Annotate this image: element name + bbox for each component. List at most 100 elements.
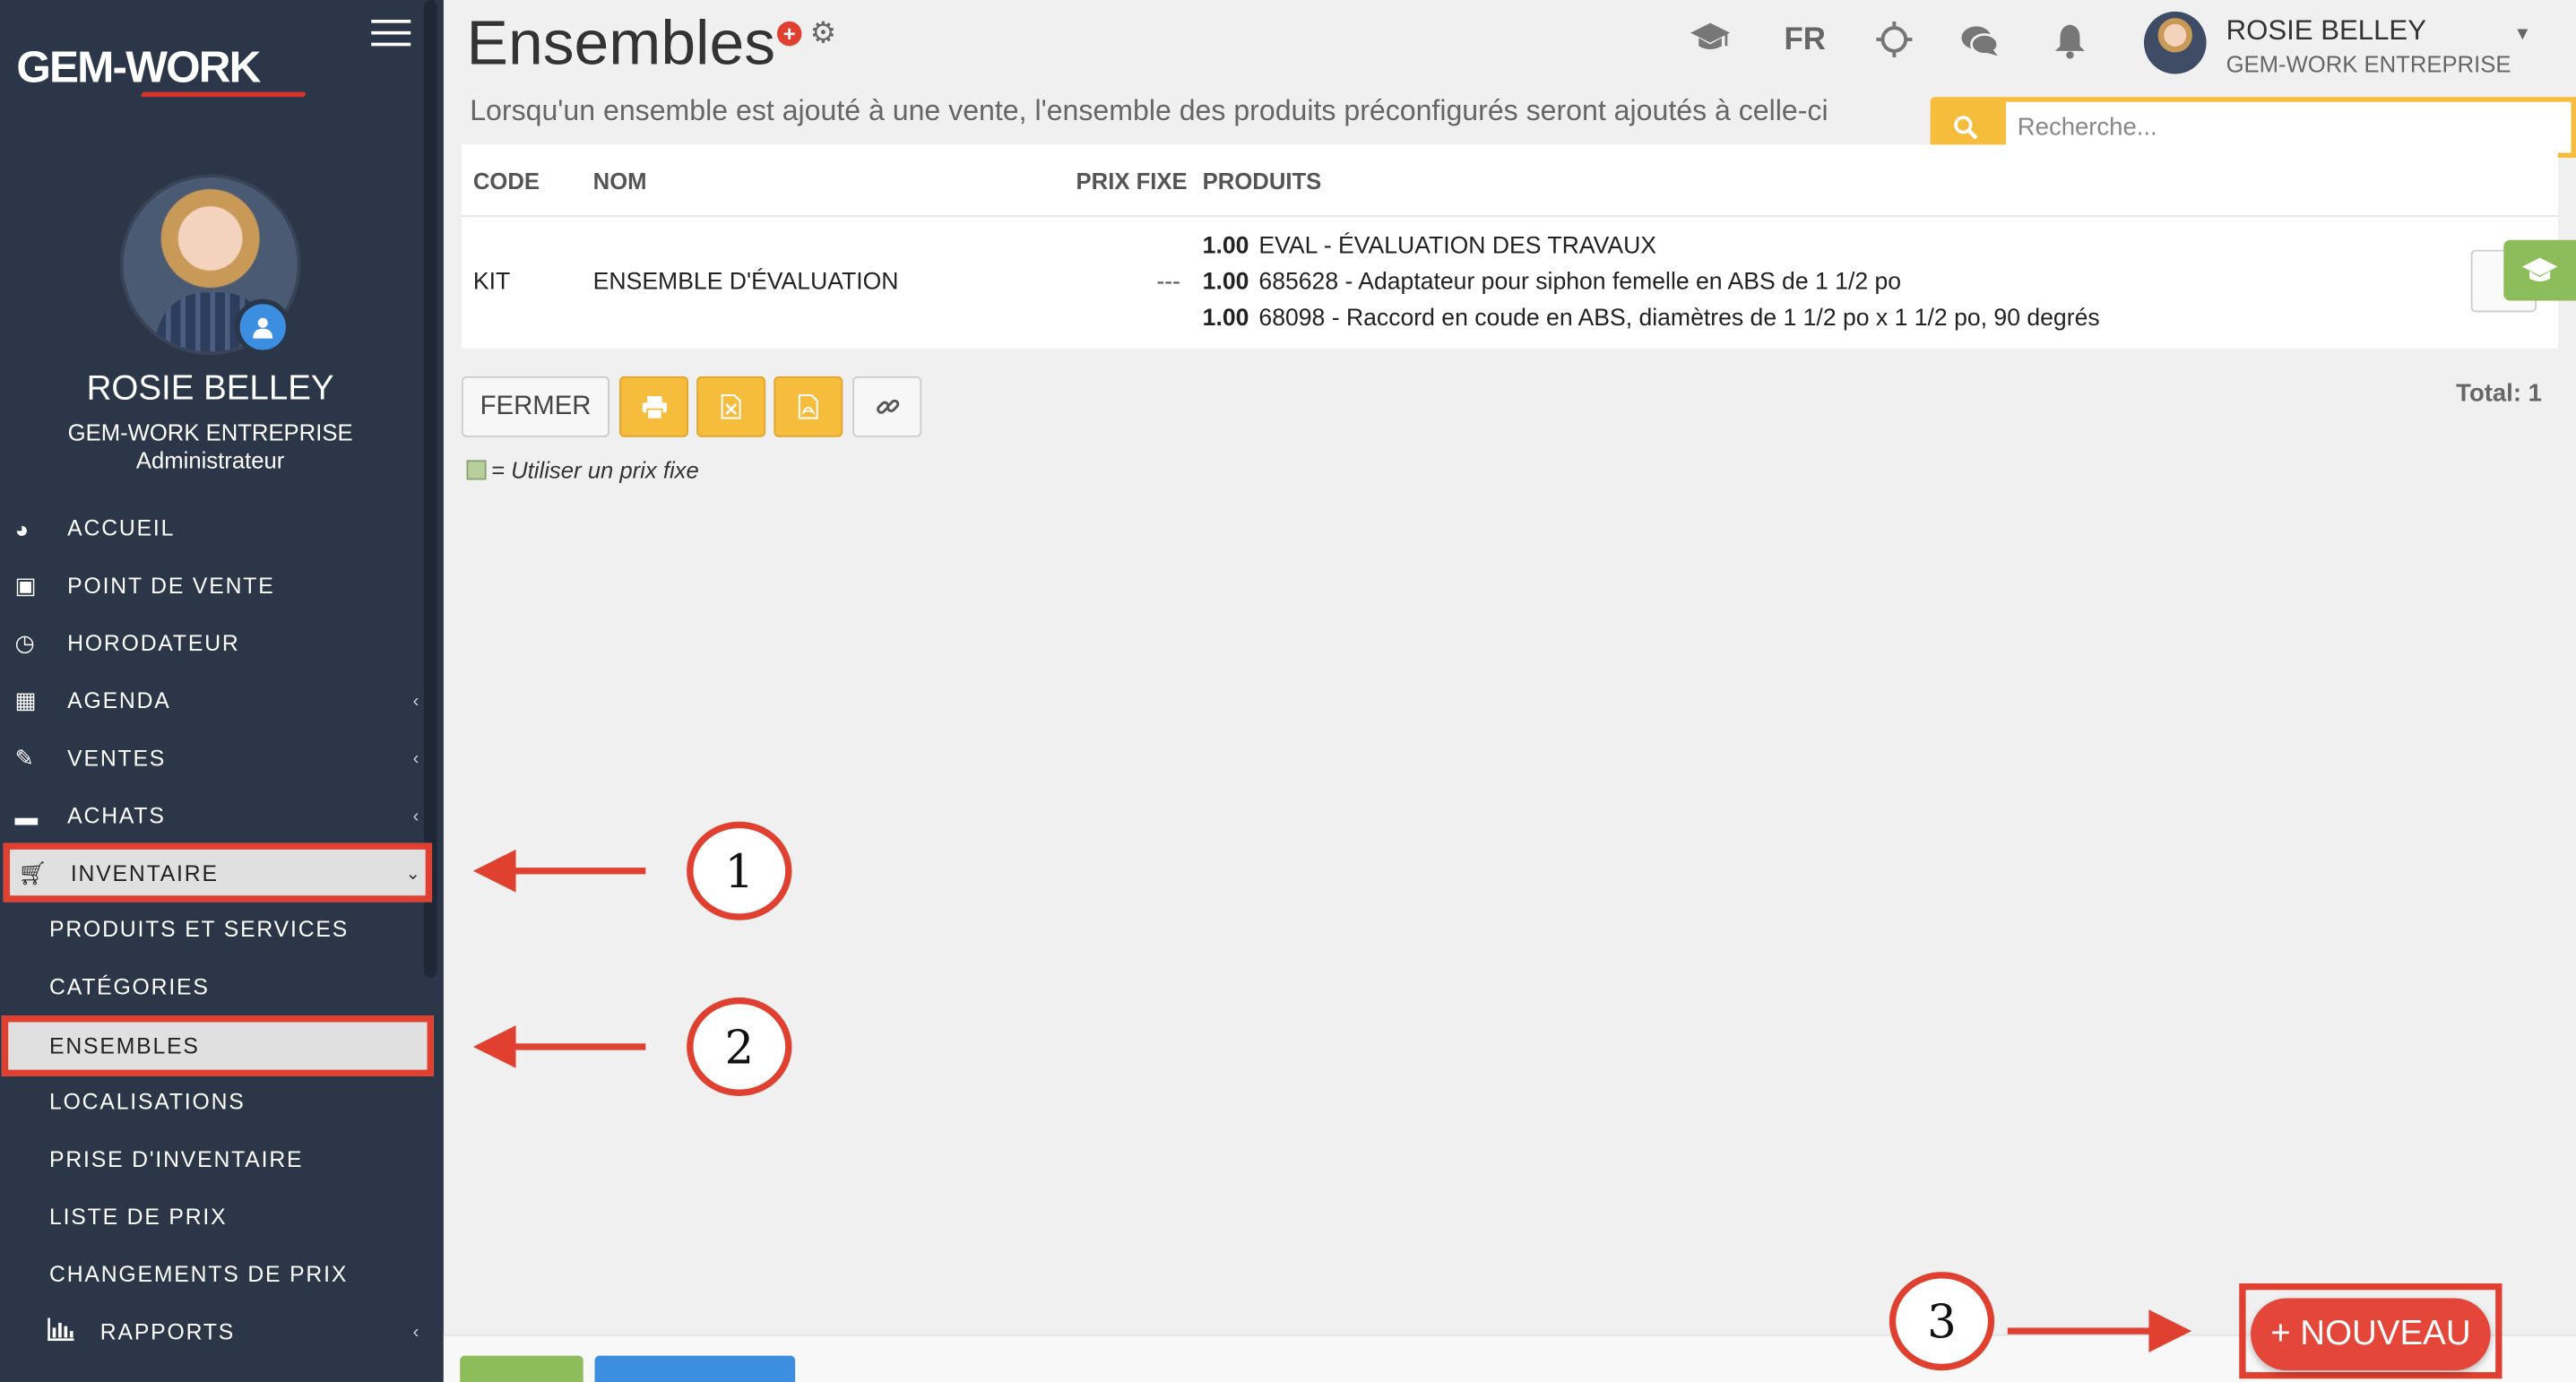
footer-green-button[interactable] bbox=[460, 1355, 583, 1382]
user-icon[interactable] bbox=[235, 298, 291, 356]
ensembles-table: CODE NOM PRIX FIXE PRODUITS KIT ENSEMBLE… bbox=[462, 144, 2558, 349]
row-fixed-price: --- bbox=[1156, 269, 1180, 297]
sidebar-item-produits-et-services[interactable]: PRODUITS ET SERVICES bbox=[0, 901, 430, 958]
edit-icon: ✎ bbox=[14, 744, 36, 771]
fixed-price-swatch bbox=[466, 460, 487, 480]
chevron-left-icon: ‹ bbox=[412, 1322, 421, 1343]
sidebar-item-liste-de-prix[interactable]: LISTE DE PRIX bbox=[0, 1188, 430, 1246]
sidebar-company: GEM-WORK ENTREPRISE bbox=[67, 419, 353, 445]
footer-blue-button[interactable] bbox=[594, 1355, 796, 1382]
sidebar-item-label: INVENTAIRE bbox=[70, 859, 219, 885]
cart-icon: 🛒︎ bbox=[18, 859, 49, 885]
column-header-produits[interactable]: PRODUITS bbox=[1203, 168, 1322, 194]
product-qty: 1.00 bbox=[1202, 269, 1249, 297]
sidebar-item-accueil[interactable]: ◕ ACCUEIL bbox=[0, 499, 430, 557]
sidebar-role: Administrateur bbox=[135, 446, 285, 474]
sidebar-item-label: AGENDA bbox=[67, 688, 171, 713]
product-line: 1.00 68098 - Raccord en coude en ABS, dia… bbox=[1203, 306, 2100, 332]
pdf-icon[interactable] bbox=[774, 376, 843, 437]
chevron-left-icon: ‹ bbox=[412, 748, 421, 769]
sidebar-user-name: ROSIE BELLEY bbox=[86, 369, 334, 408]
sidebar-item-label: PRODUITS ET SERVICES bbox=[48, 917, 350, 942]
sidebar-item-label: ENSEMBLES bbox=[48, 1033, 200, 1058]
language-selector[interactable]: FR bbox=[1785, 23, 1826, 59]
annotation-arrow-2 bbox=[472, 1025, 646, 1068]
page-title: Ensembles bbox=[466, 10, 776, 80]
menu-toggle-icon[interactable] bbox=[371, 20, 411, 49]
annotation-step-1: 1 bbox=[687, 821, 792, 920]
sidebar-item-label: ACHATS bbox=[67, 803, 166, 829]
add-icon[interactable]: + bbox=[776, 21, 802, 47]
gear-icon[interactable]: ⚙ bbox=[810, 16, 837, 51]
sidebar-item-prise-d-inventaire[interactable]: PRISE D'INVENTAIRE bbox=[0, 1130, 430, 1188]
lightbulb-icon[interactable] bbox=[1876, 21, 1913, 67]
sidebar-item-ensembles[interactable]: ENSEMBLES bbox=[1, 1015, 434, 1076]
sidebar-item-horodateur[interactable]: ◷ HORODATEUR bbox=[0, 615, 430, 672]
sidebar-item-agenda[interactable]: ▦ AGENDA ‹ bbox=[0, 672, 430, 730]
annotation-arrow-1 bbox=[472, 849, 646, 893]
bell-icon[interactable] bbox=[2053, 23, 2087, 69]
annotation-step-3: 3 bbox=[1889, 1272, 1995, 1371]
graduation-cap-icon[interactable] bbox=[1689, 22, 1732, 65]
sidebar-item-label: PRISE D'INVENTAIRE bbox=[48, 1146, 304, 1172]
product-qty: 1.00 bbox=[1202, 233, 1249, 260]
help-graduation-cap-icon[interactable] bbox=[2503, 239, 2576, 301]
product-desc: EVAL - ÉVALUATION DES TRAVAUX bbox=[1258, 233, 1656, 260]
chevron-left-icon: ‹ bbox=[412, 690, 421, 711]
row-name: ENSEMBLE D'ÉVALUATION bbox=[592, 269, 899, 297]
product-line: 1.00 EVAL - ÉVALUATION DES TRAVAUX bbox=[1203, 233, 1656, 259]
sidebar-item-label: RAPPORTS bbox=[99, 1319, 236, 1344]
column-header-nom[interactable]: NOM bbox=[593, 168, 647, 194]
cash-icon: ▣ bbox=[14, 572, 39, 599]
chevron-down-icon: ⌄ bbox=[405, 863, 423, 884]
column-header-prix-fixe[interactable]: PRIX FIXE bbox=[1076, 168, 1188, 194]
sidebar-item-point-de-vente[interactable]: ▣ POINT DE VENTE bbox=[0, 557, 430, 615]
total-count: Total: 1 bbox=[2456, 379, 2542, 408]
sidebar-item-label: VENTES bbox=[67, 746, 167, 771]
header-user-company: GEM-WORK ENTREPRISE bbox=[2226, 50, 2511, 78]
page-subtitle: Lorsqu'un ensemble est ajouté à une vent… bbox=[470, 93, 1828, 127]
sidebar-item-label: LISTE DE PRIX bbox=[48, 1204, 228, 1230]
logo[interactable]: GEM-WORK bbox=[16, 43, 307, 98]
chevron-left-icon: ‹ bbox=[412, 806, 421, 826]
sidebar-item-changements-de-prix[interactable]: CHANGEMENTS DE PRIX bbox=[0, 1246, 430, 1303]
new-button[interactable]: + NOUVEAU bbox=[2251, 1298, 2491, 1371]
excel-icon[interactable] bbox=[696, 376, 766, 437]
product-qty: 1.00 bbox=[1202, 306, 1249, 333]
header-user-name[interactable]: ROSIE BELLEY bbox=[2226, 15, 2426, 48]
product-desc: 68098 - Raccord en coude en ABS, diamètr… bbox=[1258, 306, 2100, 333]
product-desc: 685628 - Adaptateur pour siphon femelle … bbox=[1258, 269, 1902, 297]
sidebar-item-label: HORODATEUR bbox=[67, 631, 240, 656]
product-line: 1.00 685628 - Adaptateur pour siphon feme… bbox=[1203, 270, 1901, 296]
fixed-price-legend: = Utiliser un prix fixe bbox=[491, 456, 699, 484]
credit-card-icon: ▬ bbox=[14, 802, 39, 830]
calendar-icon: ▦ bbox=[14, 687, 39, 713]
print-icon[interactable] bbox=[619, 376, 688, 437]
bar-chart-icon bbox=[33, 1317, 100, 1345]
sidebar-item-achats[interactable]: ▬ ACHATS ‹ bbox=[0, 787, 430, 844]
sidebar-item-ventes[interactable]: ✎ VENTES ‹ bbox=[0, 730, 430, 787]
close-button[interactable]: FERMER bbox=[462, 376, 610, 437]
row-code: KIT bbox=[472, 269, 511, 297]
table-header: CODE NOM PRIX FIXE PRODUITS bbox=[462, 144, 2558, 218]
sidebar-item-localisations[interactable]: LOCALISATIONS bbox=[0, 1073, 430, 1130]
caret-down-icon[interactable]: ▼ bbox=[2513, 25, 2531, 45]
sidebar: GEM-WORK ROSIE BELLEY GEM-WORK ENTREPRIS… bbox=[0, 0, 444, 1382]
sidebar-item-categories[interactable]: CATÉGORIES bbox=[0, 958, 430, 1015]
link-icon[interactable] bbox=[852, 376, 922, 437]
annotation-step-2: 2 bbox=[687, 997, 792, 1096]
clock-icon: ◷ bbox=[14, 629, 37, 656]
chat-icon[interactable] bbox=[1960, 25, 2000, 68]
sidebar-item-rapports[interactable]: RAPPORTS ‹ bbox=[0, 1303, 430, 1360]
logo-swoosh bbox=[140, 91, 307, 98]
sidebar-item-label: POINT DE VENTE bbox=[67, 573, 275, 599]
avatar[interactable] bbox=[2143, 11, 2207, 74]
sidebar-item-label: CATÉGORIES bbox=[48, 974, 210, 999]
column-header-code[interactable]: CODE bbox=[473, 168, 540, 194]
sidebar-item-label: ACCUEIL bbox=[67, 515, 176, 541]
dashboard-icon: ◕ bbox=[14, 514, 30, 542]
sidebar-item-inventaire[interactable]: 🛒︎ INVENTAIRE ⌄ bbox=[3, 842, 433, 903]
annotation-arrow-3 bbox=[2007, 1309, 2192, 1352]
sidebar-item-label: LOCALISATIONS bbox=[48, 1089, 246, 1115]
sidebar-item-label: CHANGEMENTS DE PRIX bbox=[48, 1262, 349, 1287]
